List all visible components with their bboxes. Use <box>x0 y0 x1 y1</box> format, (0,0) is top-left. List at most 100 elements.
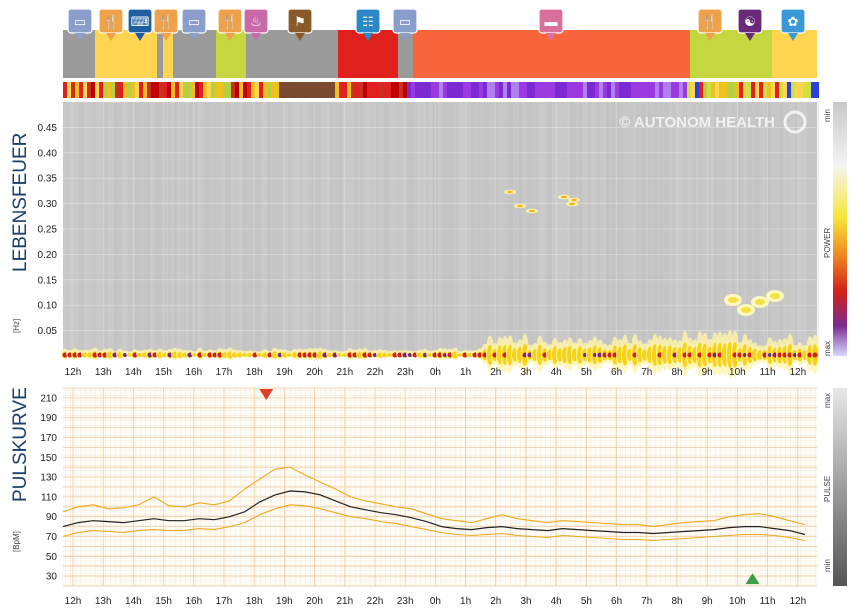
pulse-title: PULSKURVE <box>10 387 31 502</box>
svg-text:♨: ♨ <box>250 14 262 29</box>
pulse-x-tick: 7h <box>641 596 652 607</box>
hrv-x-tick: 10h <box>729 367 746 378</box>
pulse-y-tick: 150 <box>40 453 57 464</box>
activity-timeline <box>63 30 817 78</box>
pulse-x-tick: 9h <box>702 596 713 607</box>
pulse-x-tick: 12h <box>65 596 82 607</box>
svg-text:▭: ▭ <box>399 14 411 29</box>
pulse-x-tick: 11h <box>760 596 776 607</box>
hrv-x-tick: 8h <box>671 367 682 378</box>
pulse-legend-bar <box>833 388 847 586</box>
pulse-x-tick: 18h <box>246 596 263 607</box>
pulse-x-tick: 12h <box>789 596 806 607</box>
hrv-x-tick: 11h <box>760 367 776 378</box>
pulse-legend-min: min <box>823 559 832 572</box>
hrv-x-tick: 19h <box>276 367 293 378</box>
pulse-x-tick: 8h <box>671 596 682 607</box>
power-legend-title: POWER <box>823 228 832 258</box>
hrv-x-tick: 5h <box>581 367 592 378</box>
pulse-y-tick: 190 <box>40 413 57 424</box>
hrv-y-tick: 0.45 <box>38 123 58 134</box>
hrv-x-tick: 16h <box>185 367 202 378</box>
hrv-y-tick: 0.40 <box>38 148 58 159</box>
pulse-x-axis: 12h 13h 14h 15h 16h 17h 18h 19h 20h 21h 22h 23h 0h 1h… <box>65 596 806 607</box>
pulse-x-tick: 17h <box>216 596 233 607</box>
svg-text:▬: ▬ <box>545 14 558 29</box>
activity-block <box>690 30 772 78</box>
svg-text:🍴: 🍴 <box>158 14 174 30</box>
hrv-x-tick: 12h <box>789 367 806 378</box>
pulse-x-tick: 21h <box>336 596 353 607</box>
pulse-unit: [BpM] <box>12 531 21 552</box>
hrv-x-tick: 23h <box>397 367 414 378</box>
pulse-x-tick: 19h <box>276 596 293 607</box>
pulse-x-tick: 0h <box>430 596 441 607</box>
power-legend-min: min <box>823 109 832 122</box>
svg-text:✿: ✿ <box>788 14 799 29</box>
pulse-x-tick: 2h <box>490 596 501 607</box>
power-legend-max: max <box>823 341 832 356</box>
hrv-y-tick: 0.10 <box>38 301 58 312</box>
power-legend-bar <box>833 102 847 356</box>
hrv-x-tick: 12h <box>65 367 82 378</box>
pulse-x-tick: 13h <box>95 596 112 607</box>
pulse-x-tick: 10h <box>729 596 746 607</box>
hrv-y-tick: 0.15 <box>38 275 58 286</box>
pulse-x-tick: 4h <box>551 596 562 607</box>
hrv-title: LEBENSFEUER <box>10 133 31 272</box>
hrv-x-tick: 3h <box>520 367 531 378</box>
pulse-x-tick: 3h <box>520 596 531 607</box>
hrv-x-tick: 15h <box>155 367 172 378</box>
pulse-y-tick: 30 <box>46 572 58 583</box>
hrv-x-tick: 18h <box>246 367 263 378</box>
activity-block <box>95 30 157 78</box>
pulse-x-tick: 16h <box>185 596 202 607</box>
hrv-x-tick: 21h <box>336 367 353 378</box>
pulse-y-tick: 170 <box>40 433 57 444</box>
svg-text:▭: ▭ <box>74 14 86 29</box>
svg-text:☷: ☷ <box>362 14 374 29</box>
svg-text:🍴: 🍴 <box>222 14 238 30</box>
hrv-x-tick: 9h <box>702 367 713 378</box>
hrv-x-tick: 22h <box>367 367 384 378</box>
pulse-x-tick: 22h <box>367 596 384 607</box>
svg-text:▭: ▭ <box>188 14 200 29</box>
hrv-x-tick: 17h <box>216 367 233 378</box>
hrv-x-tick: 7h <box>641 367 652 378</box>
hrv-x-tick: 4h <box>551 367 562 378</box>
hrv-x-tick: 1h <box>460 367 471 378</box>
hrv-y-tick: 0.30 <box>38 199 58 210</box>
svg-text:☯: ☯ <box>744 14 756 29</box>
svg-text:🍴: 🍴 <box>702 14 718 30</box>
pulse-x-tick: 6h <box>611 596 622 607</box>
hrv-y-tick: 0.25 <box>38 225 58 236</box>
pulse-y-tick: 50 <box>46 552 58 563</box>
pulse-legend-max: max <box>823 393 832 408</box>
svg-text:⚑: ⚑ <box>294 14 306 29</box>
pulse-x-tick: 15h <box>155 596 172 607</box>
pulse-y-tick: 70 <box>46 532 58 543</box>
pulse-x-tick: 20h <box>306 596 323 607</box>
chart-canvas: ▭ 🍴 ⌨ 🍴 ▭ 🍴 ♨ ⚑ ☷ ▭ ▬ 🍴 ☯ ✿ © AUTONOM HEALTH 0.05 0.10… <box>10 8 847 607</box>
hrv-x-tick: 13h <box>95 367 112 378</box>
dashboard: ▭ 🍴 ⌨ 🍴 ▭ 🍴 ♨ ⚑ ☷ ▭ ▬ 🍴 ☯ ✿ © AUTONOM HEALTH 0.05 0.10… <box>0 0 852 607</box>
hrv-x-tick: 6h <box>611 367 622 378</box>
pulse-x-tick: 5h <box>581 596 592 607</box>
svg-text:⌨: ⌨ <box>131 14 150 29</box>
pulse-x-tick: 1h <box>460 596 471 607</box>
hrv-x-tick: 20h <box>306 367 323 378</box>
pulse-x-tick: 23h <box>397 596 414 607</box>
activity-strip <box>63 82 819 98</box>
pulse-y-tick: 210 <box>40 393 57 404</box>
hrv-y-tick: 0.05 <box>38 326 58 337</box>
hrv-unit: [Hz] <box>12 319 21 333</box>
hrv-x-tick: 14h <box>125 367 142 378</box>
pulse-y-tick: 90 <box>46 512 58 523</box>
pulse-y-tick: 110 <box>41 492 57 503</box>
brand-watermark: © AUTONOM HEALTH <box>619 114 775 131</box>
svg-text:🍴: 🍴 <box>103 14 119 30</box>
pulse-panel: 30 50 70 90 110 130 150 170 190 210 PULSKURVE [Bp… <box>10 387 847 587</box>
hrv-x-tick: 0h <box>430 367 441 378</box>
pulse-x-tick: 14h <box>125 596 142 607</box>
pulse-legend-title: PULSE <box>823 476 832 502</box>
